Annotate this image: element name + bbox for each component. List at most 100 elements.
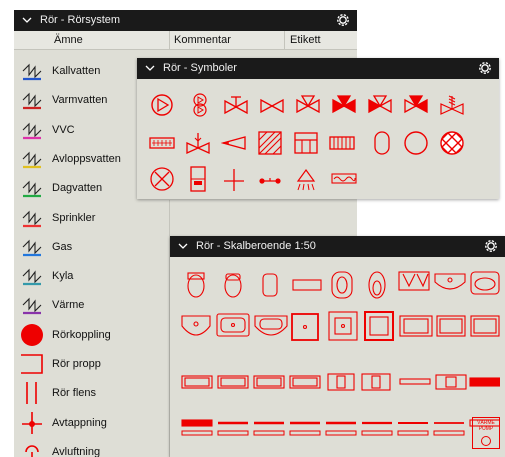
urinal-icon <box>292 279 322 291</box>
list-item-label: Rör propp <box>52 358 101 370</box>
mixing-valve-icon[interactable] <box>367 92 393 118</box>
list-item[interactable]: Avluftning <box>14 438 174 457</box>
list-item[interactable]: Rörkoppling <box>14 321 174 350</box>
diverting-valve-icon[interactable] <box>403 92 429 118</box>
bathtub-small-icon <box>436 315 466 337</box>
radiator-icon[interactable] <box>329 130 355 156</box>
list-item-label: Avluftning <box>52 445 101 457</box>
list-item-label: Varmvatten <box>52 94 108 107</box>
filter-hatched-circle-icon[interactable] <box>439 130 465 156</box>
dumbbell-icon[interactable] <box>257 166 283 192</box>
double-sink-icon <box>398 271 430 291</box>
pipe-squiggle-icon <box>22 239 42 256</box>
flexible-hose-icon[interactable] <box>331 166 357 192</box>
shower-tray-icon <box>368 271 386 299</box>
bathtub-corner-icon <box>470 315 500 337</box>
pipe-plug-icon <box>21 354 43 374</box>
cross-junction-icon[interactable] <box>221 166 247 192</box>
meter-icon[interactable] <box>185 166 211 192</box>
column-header-amne[interactable]: Ämne <box>54 34 83 46</box>
list-item-label: Avloppsvatten <box>52 152 121 165</box>
wc-tank-icon <box>262 273 278 297</box>
gear-icon[interactable] <box>335 12 351 28</box>
pipe-squiggle-icon <box>22 298 42 315</box>
chevron-down-icon[interactable] <box>21 13 33 27</box>
strainer-x-icon[interactable] <box>149 166 175 192</box>
drain-valve-icon <box>22 411 42 434</box>
bottom-fixture-row[interactable] <box>180 429 470 439</box>
chevron-down-icon[interactable] <box>177 239 189 253</box>
rorsystem-titlebar: Rör - Rörsystem <box>14 10 357 31</box>
list-item-label: Sprinkler <box>52 211 96 224</box>
list-item[interactable]: Rör propp <box>14 350 174 379</box>
bathtub-icon <box>399 315 433 337</box>
pipe-squiggle-icon <box>22 122 42 139</box>
gear-icon[interactable] <box>483 238 499 254</box>
chevron-down-icon[interactable] <box>144 61 156 75</box>
skalberoende-titlebar: Rör - Skalberoende 1:50 <box>170 236 505 257</box>
list-item[interactable]: Avtappning <box>14 409 174 438</box>
valve-icon[interactable] <box>223 92 249 118</box>
list-item-label: Rör flens <box>52 387 97 400</box>
sprinkler-head-icon[interactable] <box>293 166 319 192</box>
fixture-grid[interactable] <box>180 264 500 454</box>
symboler-panel: Rör - Symboler <box>137 58 499 199</box>
check-valve-icon[interactable] <box>259 92 285 118</box>
sink-rect-icon <box>216 313 250 337</box>
circle-tank-icon[interactable] <box>403 130 429 156</box>
basin-oval-icon <box>470 271 500 295</box>
column-divider <box>169 31 170 50</box>
list-item[interactable]: Värme <box>14 291 174 320</box>
floor-drain-icon <box>291 313 319 341</box>
pipe-squiggle-icon <box>22 180 42 198</box>
thick-pipe-icon <box>181 419 213 427</box>
list-item[interactable]: Kyla <box>14 262 174 291</box>
red-bar-icon <box>469 377 500 387</box>
list-item[interactable]: Sprinkler <box>14 204 174 233</box>
panel-title: Rör - Skalberoende 1:50 <box>196 240 316 252</box>
counter-icon <box>399 378 431 385</box>
panel-title: Rör - Rörsystem <box>40 14 121 26</box>
list-item[interactable]: Gas <box>14 233 174 262</box>
expansion-vessel-icon[interactable] <box>369 130 395 156</box>
dishwasher-icon <box>435 374 467 390</box>
kitchen-sink-4-icon <box>289 375 321 389</box>
kitchen-sink-icon <box>181 375 213 389</box>
pump-circle-icon <box>481 436 491 446</box>
list-item-label: Dagvatten <box>52 182 103 195</box>
shower-large-icon <box>364 311 394 341</box>
red-dot-icon <box>21 323 43 346</box>
cabinet-sink-2-icon <box>361 373 391 391</box>
list-item-label: VVC <box>52 123 75 136</box>
list-item-label: Gas <box>52 240 73 253</box>
pipe-squiggle-icon <box>22 210 42 227</box>
pump-icon[interactable] <box>149 92 175 118</box>
symboler-titlebar: Rör - Symboler <box>137 58 499 79</box>
pipe-squiggle-icon <box>22 63 42 81</box>
three-way-valve-icon[interactable] <box>295 92 321 118</box>
column-header-kommentar[interactable]: Kommentar <box>174 34 231 46</box>
air-vent-icon <box>25 445 39 457</box>
kitchen-sink-2-icon <box>217 375 249 389</box>
pump-label-2: PUMP <box>478 426 494 432</box>
angle-valve-icon[interactable] <box>221 130 247 156</box>
list-item-label: Värme <box>52 299 85 312</box>
hatched-tank-icon[interactable] <box>257 130 283 156</box>
safety-valve-icon[interactable] <box>185 130 211 156</box>
double-pump-icon[interactable] <box>187 92 213 118</box>
column-header-row: Ämne Kommentar Etikett <box>14 31 357 50</box>
closed-three-way-valve-icon[interactable] <box>331 92 357 118</box>
gear-icon[interactable] <box>477 60 493 76</box>
boiler-icon[interactable] <box>293 130 319 156</box>
heat-exchanger-icon[interactable] <box>149 130 175 156</box>
washbasin-icon <box>434 273 466 290</box>
bidet-icon <box>331 271 353 299</box>
list-item[interactable]: Rör flens <box>14 379 174 408</box>
motorized-valve-icon[interactable] <box>439 92 465 118</box>
wc-icon <box>187 272 205 298</box>
list-item-label: Avtappning <box>52 416 107 429</box>
column-header-etikett[interactable]: Etikett <box>290 34 321 46</box>
sink-round-icon <box>181 315 211 336</box>
varme-pump-icon[interactable]: VÄRME PUMP <box>472 417 500 449</box>
wc-round-icon <box>224 273 242 298</box>
